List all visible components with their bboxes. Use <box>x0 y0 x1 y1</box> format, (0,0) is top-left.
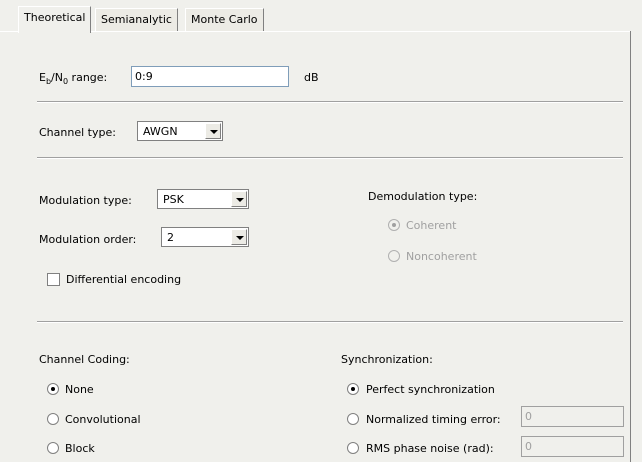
channel-coding-title: Channel Coding: <box>39 353 130 366</box>
chevron-down-icon[interactable] <box>205 123 221 139</box>
coding-block-radio[interactable] <box>47 442 59 454</box>
coding-block-label: Block <box>65 442 95 455</box>
coherent-label: Coherent <box>406 219 457 232</box>
noncoherent-label: Noncoherent <box>406 250 477 263</box>
chevron-down-icon[interactable] <box>231 191 247 207</box>
separator <box>37 101 623 103</box>
channel-type-label: Channel type: <box>39 126 116 139</box>
panel-border-right <box>630 31 631 462</box>
ebno-unit-label: dB <box>304 71 319 84</box>
coherent-radio[interactable] <box>388 219 400 231</box>
ebno-range-input[interactable]: 0:9 <box>131 66 289 87</box>
channel-type-value: AWGN <box>143 125 178 138</box>
perfect-sync-label: Perfect synchronization <box>366 383 495 396</box>
differential-encoding-label: Differential encoding <box>66 273 182 286</box>
noncoherent-radio[interactable] <box>388 250 400 262</box>
separator <box>37 157 623 159</box>
tab-semianalytic[interactable]: Semianalytic <box>95 8 178 31</box>
timing-error-radio[interactable] <box>347 413 359 425</box>
timing-error-input[interactable]: 0 <box>521 406 624 427</box>
coding-convolutional-radio[interactable] <box>47 413 59 425</box>
ebno-label: Eb/N0 range: <box>39 71 108 87</box>
phase-noise-input[interactable]: 0 <box>521 436 624 457</box>
tab-theoretical[interactable]: Theoretical <box>18 6 92 33</box>
phase-noise-label: RMS phase noise (rad): <box>366 442 494 455</box>
chevron-down-icon[interactable] <box>231 229 247 245</box>
separator <box>37 321 623 323</box>
modulation-order-label: Modulation order: <box>39 233 137 246</box>
differential-encoding-checkbox[interactable] <box>47 273 60 286</box>
modulation-type-value: PSK <box>163 193 184 206</box>
channel-type-select[interactable]: AWGN <box>137 121 223 141</box>
synchronization-title: Synchronization: <box>341 353 433 366</box>
coding-convolutional-label: Convolutional <box>65 413 141 426</box>
coding-none-label: None <box>65 383 94 396</box>
modulation-type-label: Modulation type: <box>39 194 132 207</box>
modulation-order-value: 2 <box>167 231 174 244</box>
demodulation-title: Demodulation type: <box>368 190 478 203</box>
modulation-type-select[interactable]: PSK <box>157 189 249 209</box>
coding-none-radio[interactable] <box>47 383 59 395</box>
panel-border-top <box>0 31 630 32</box>
modulation-order-select[interactable]: 2 <box>161 227 249 247</box>
timing-error-label: Normalized timing error: <box>366 413 501 426</box>
phase-noise-radio[interactable] <box>347 442 359 454</box>
tab-bar: Semianalytic Monte Carlo Theoretical <box>0 0 642 33</box>
tab-monte-carlo[interactable]: Monte Carlo <box>185 8 264 31</box>
perfect-sync-radio[interactable] <box>347 383 359 395</box>
